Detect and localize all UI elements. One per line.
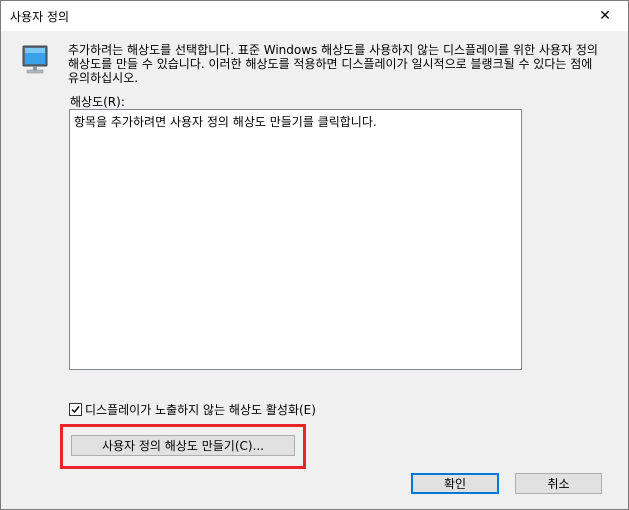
cancel-button[interactable]: 취소	[515, 473, 602, 494]
dialog-description: 추가하려는 해상도를 선택합니다. 표준 Windows 해상도를 사용하지 않…	[68, 43, 598, 85]
custom-resolution-dialog: 사용자 정의 ✕ 추가하려는 해상도를 선택합니다. 표준 Windows 해상…	[0, 0, 629, 510]
resolution-label: 해상도(R):	[70, 95, 125, 109]
ok-button[interactable]: 확인	[411, 473, 499, 494]
listbox-placeholder: 항목을 추가하려면 사용자 정의 해상도 만들기를 클릭합니다.	[74, 115, 377, 129]
enable-hidden-resolutions-checkbox[interactable]	[69, 403, 82, 416]
window-title: 사용자 정의	[10, 10, 70, 24]
create-custom-resolution-button[interactable]: 사용자 정의 해상도 만들기(C)...	[71, 435, 295, 456]
monitor-icon	[22, 45, 48, 74]
enable-hidden-resolutions-option[interactable]: 디스플레이가 노출하지 않는 해상도 활성화(E)	[69, 401, 316, 418]
close-button[interactable]: ✕	[582, 1, 628, 31]
close-icon: ✕	[599, 8, 611, 24]
title-bar: 사용자 정의 ✕	[1, 1, 628, 31]
checkbox-label: 디스플레이가 노출하지 않는 해상도 활성화(E)	[85, 403, 316, 417]
resolution-listbox[interactable]: 항목을 추가하려면 사용자 정의 해상도 만들기를 클릭합니다.	[69, 109, 522, 370]
checkmark-icon	[71, 406, 80, 414]
